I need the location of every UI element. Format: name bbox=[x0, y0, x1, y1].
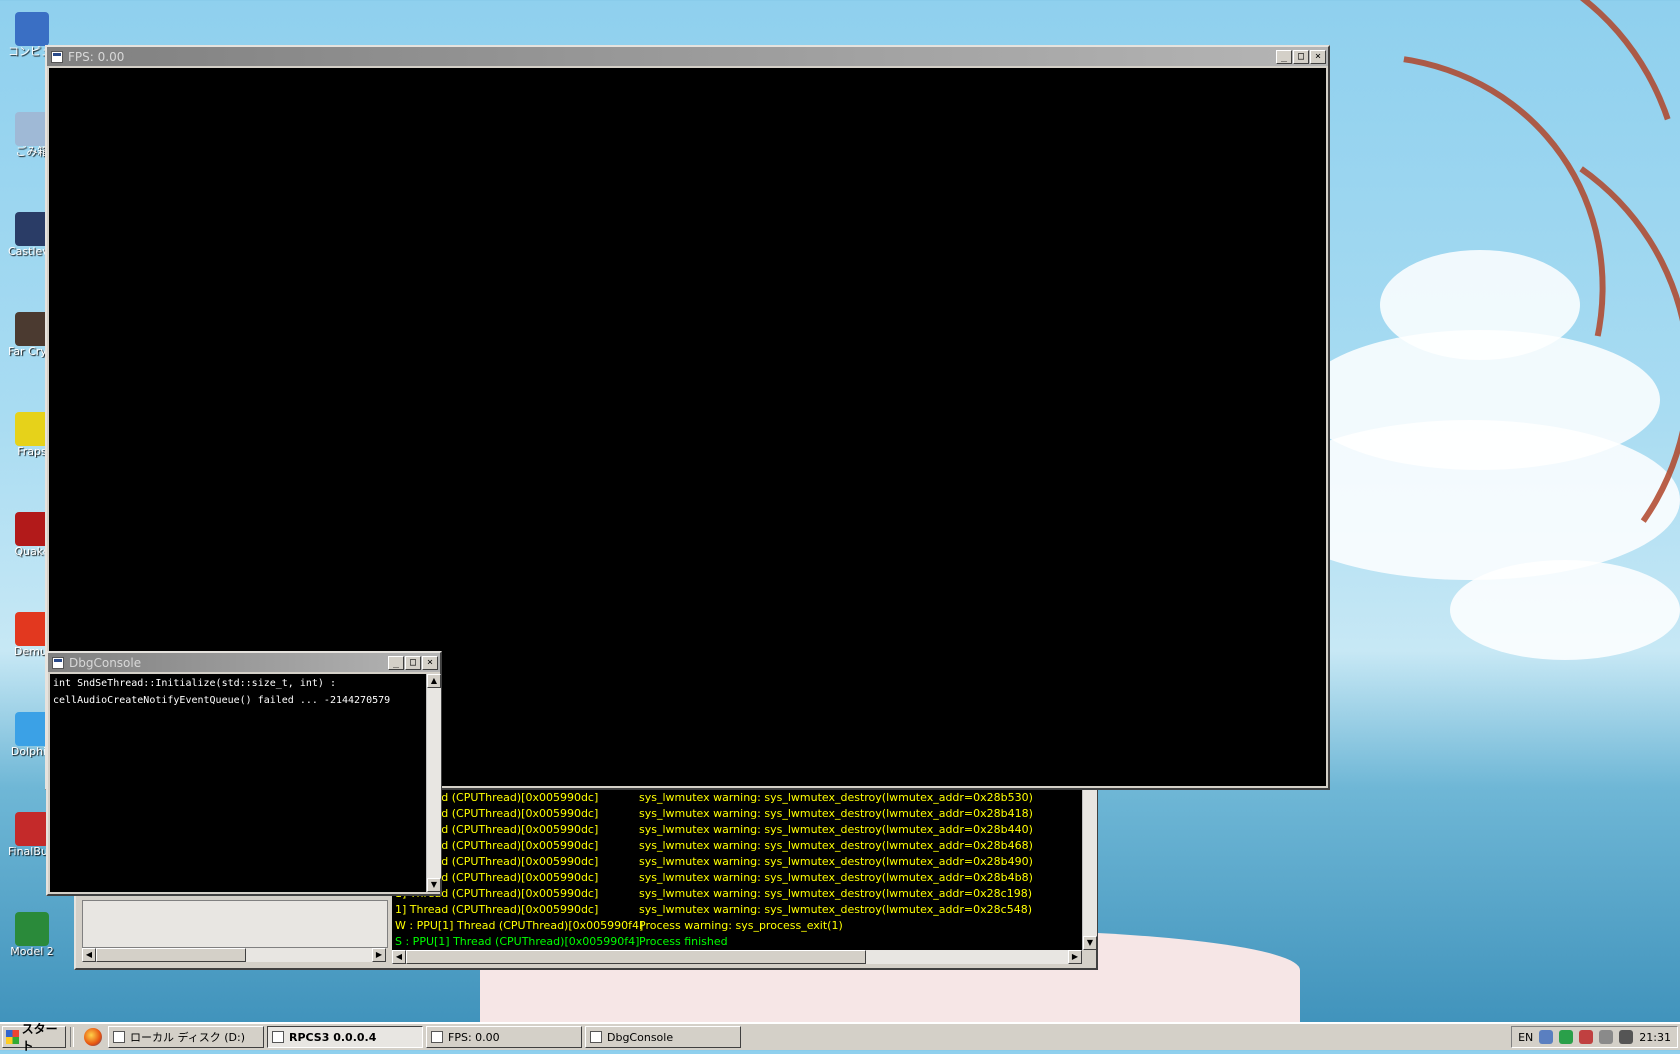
quake-icon bbox=[15, 512, 49, 546]
scroll-thumb[interactable] bbox=[96, 948, 246, 962]
scroll-left-button[interactable]: ◀ bbox=[82, 948, 96, 962]
windows-flag-icon bbox=[6, 1030, 19, 1044]
dolphin-icon bbox=[15, 712, 49, 746]
clock[interactable]: 21:31 bbox=[1639, 1031, 1671, 1044]
log-source: W : PPU[1] Thread (CPUThread)[0x005990f4… bbox=[395, 919, 644, 932]
scroll-up-button[interactable]: ▲ bbox=[427, 674, 441, 688]
window-icon bbox=[590, 1031, 602, 1043]
language-indicator[interactable]: EN bbox=[1518, 1031, 1533, 1044]
minimize-button[interactable]: _ bbox=[388, 655, 404, 670]
log-message: sys_lwmutex warning: sys_lwmutex_destroy… bbox=[639, 855, 1033, 868]
log-message: sys_lwmutex warning: sys_lwmutex_destroy… bbox=[639, 903, 1032, 916]
scroll-left-button[interactable]: ◀ bbox=[392, 950, 406, 964]
window-icon bbox=[51, 50, 63, 63]
log-message: Process warning: sys_process_exit(1) bbox=[639, 919, 843, 932]
dbg-titlebar[interactable]: DbgConsole _ □ × bbox=[48, 653, 440, 672]
start-button[interactable]: スタート bbox=[2, 1022, 66, 1053]
flag-icon[interactable] bbox=[1579, 1030, 1594, 1044]
log-row[interactable]: 1] Thread (CPUThread)[0x005990dc] sys_lwm… bbox=[392, 806, 1082, 822]
log-message: Process finished bbox=[639, 935, 728, 948]
scroll-right-button[interactable]: ▶ bbox=[1068, 950, 1082, 964]
taskbar-button[interactable]: DbgConsole bbox=[585, 1026, 741, 1048]
maximize-button[interactable]: □ bbox=[1293, 49, 1309, 64]
volume-icon[interactable] bbox=[1619, 1030, 1634, 1044]
window-title: DbgConsole bbox=[69, 655, 142, 670]
log-row[interactable]: 1] Thread (CPUThread)[0x005990dc] sys_lwm… bbox=[392, 870, 1082, 886]
taskbar-button-label: DbgConsole bbox=[607, 1030, 674, 1044]
window-icon bbox=[113, 1031, 125, 1043]
log-row[interactable]: 1] Thread (CPUThread)[0x005990dc] sys_lwm… bbox=[392, 886, 1082, 902]
taskbar: スタート ローカル ディスク (D:) RPCS3 0.0.0.4 FPS: 0.0… bbox=[0, 1022, 1680, 1053]
window-icon bbox=[431, 1031, 443, 1043]
taskbar-button[interactable]: RPCS3 0.0.0.4 bbox=[267, 1026, 423, 1048]
taskbar-button-label: RPCS3 0.0.0.4 bbox=[289, 1030, 377, 1044]
dbg-console-window: DbgConsole _ □ × int SndSeThread::Initia… bbox=[46, 651, 442, 896]
finalburn-icon bbox=[15, 812, 49, 846]
log-list: 1] Thread (CPUThread)[0x005990dc] sys_lwm… bbox=[392, 790, 1082, 950]
scroll-down-button[interactable]: ▼ bbox=[427, 878, 441, 892]
start-label: スタート bbox=[21, 1022, 58, 1053]
log-source: S : PPU[1] Thread (CPUThread)[0x005990f4… bbox=[395, 935, 640, 948]
console-output: int SndSeThread::Initialize(std::size_t,… bbox=[50, 674, 426, 892]
window-icon bbox=[52, 656, 64, 669]
taskbar-button[interactable]: ローカル ディスク (D:) bbox=[108, 1026, 264, 1048]
demul-icon bbox=[15, 612, 49, 646]
log-row[interactable]: W : PPU[1] Thread (CPUThread)[0x005990f4… bbox=[392, 918, 1082, 934]
security-icon[interactable] bbox=[1559, 1030, 1574, 1044]
log-vscrollbar[interactable]: ▼ bbox=[1082, 790, 1097, 950]
minimize-button[interactable]: _ bbox=[1276, 49, 1292, 64]
fraps-icon bbox=[15, 412, 49, 446]
monitor-icon[interactable] bbox=[1599, 1030, 1614, 1044]
log-message: sys_lwmutex warning: sys_lwmutex_destroy… bbox=[639, 887, 1032, 900]
computer-icon bbox=[15, 12, 49, 46]
recycle-bin-icon bbox=[15, 112, 49, 146]
log-message: sys_lwmutex warning: sys_lwmutex_destroy… bbox=[639, 839, 1033, 852]
log-row[interactable]: 1] Thread (CPUThread)[0x005990dc] sys_lwm… bbox=[392, 902, 1082, 918]
log-message: sys_lwmutex warning: sys_lwmutex_destroy… bbox=[639, 823, 1033, 836]
firefox-icon[interactable] bbox=[84, 1028, 102, 1046]
desktop-icon[interactable]: Model 2 bbox=[8, 912, 56, 958]
log-row[interactable]: 1] Thread (CPUThread)[0x005990dc] sys_lwm… bbox=[392, 822, 1082, 838]
far-cry-icon bbox=[15, 312, 49, 346]
log-message: sys_lwmutex warning: sys_lwmutex_destroy… bbox=[639, 791, 1033, 804]
system-tray: EN 21:31 bbox=[1511, 1026, 1678, 1048]
log-source: 1] Thread (CPUThread)[0x005990dc] bbox=[395, 903, 599, 916]
network-icon[interactable] bbox=[1539, 1030, 1554, 1044]
taskbar-button-label: ローカル ディスク (D:) bbox=[130, 1031, 245, 1044]
rpcs3-left-panel bbox=[82, 900, 388, 948]
log-row[interactable]: 1] Thread (CPUThread)[0x005990dc] sys_lwm… bbox=[392, 854, 1082, 870]
log-row[interactable]: 1] Thread (CPUThread)[0x005990dc] sys_lwm… bbox=[392, 838, 1082, 854]
scroll-thumb[interactable] bbox=[406, 950, 866, 964]
desktop-icon-label: Model 2 bbox=[10, 946, 54, 958]
castlevania-icon bbox=[15, 212, 49, 246]
separator bbox=[70, 1027, 74, 1047]
scroll-right-button[interactable]: ▶ bbox=[372, 948, 386, 962]
log-message: sys_lwmutex warning: sys_lwmutex_destroy… bbox=[639, 807, 1033, 820]
taskbar-button-label: FPS: 0.00 bbox=[448, 1030, 500, 1044]
log-hscrollbar[interactable]: ◀ ▶ bbox=[392, 950, 1082, 964]
window-title: FPS: 0.00 bbox=[68, 49, 125, 64]
log-row[interactable]: S : PPU[1] Thread (CPUThread)[0x005990f4… bbox=[392, 934, 1082, 950]
taskbar-button[interactable]: FPS: 0.00 bbox=[426, 1026, 582, 1048]
console-line: cellAudioCreateNotifyEventQueue() failed… bbox=[53, 695, 391, 706]
close-button[interactable]: × bbox=[422, 655, 438, 670]
model2-icon bbox=[15, 912, 49, 946]
left-panel-hscrollbar[interactable]: ◀ ▶ bbox=[82, 948, 386, 962]
console-vscrollbar[interactable]: ▲ ▼ bbox=[426, 674, 441, 892]
maximize-button[interactable]: □ bbox=[405, 655, 421, 670]
fps-titlebar[interactable]: FPS: 0.00 _ □ × bbox=[47, 47, 1328, 66]
log-row[interactable]: 1] Thread (CPUThread)[0x005990dc] sys_lwm… bbox=[392, 790, 1082, 806]
window-icon bbox=[272, 1031, 284, 1043]
close-button[interactable]: × bbox=[1310, 49, 1326, 64]
log-message: sys_lwmutex warning: sys_lwmutex_destroy… bbox=[639, 871, 1033, 884]
scroll-down-button[interactable]: ▼ bbox=[1083, 936, 1097, 950]
